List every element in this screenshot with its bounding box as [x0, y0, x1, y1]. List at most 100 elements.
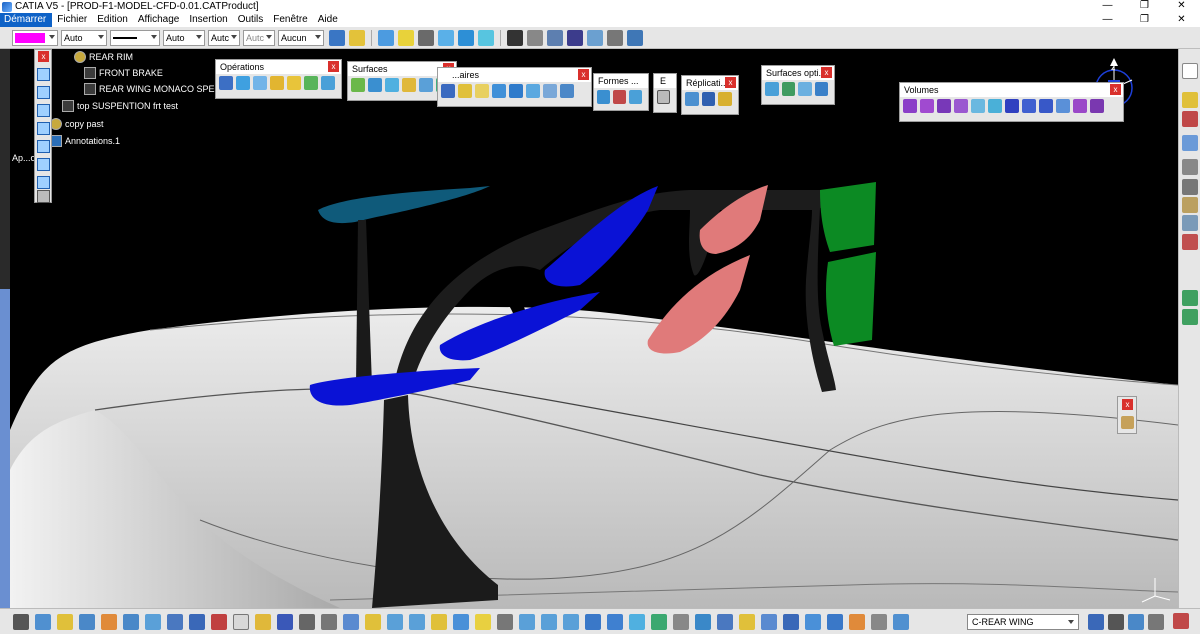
tree-item-annotations[interactable]: Annotations.1 [50, 133, 120, 149]
thickness-combo[interactable]: Autc [208, 29, 240, 46]
point-icon[interactable] [441, 84, 455, 98]
fly-mode-icon[interactable] [378, 29, 394, 46]
redo-icon[interactable] [409, 613, 425, 630]
volume-sphere-icon[interactable] [937, 99, 951, 113]
doc-restore-button[interactable]: ❐ [1126, 13, 1163, 27]
offset-icon[interactable] [402, 78, 416, 92]
volume-extrude-icon[interactable] [903, 99, 917, 113]
manipulate-icon[interactable] [1182, 234, 1198, 250]
power-copy-icon[interactable] [718, 92, 733, 106]
swap-space-icon[interactable] [673, 613, 689, 630]
volume-remove-icon[interactable] [1022, 99, 1036, 113]
quick-view-icon[interactable] [607, 613, 623, 630]
restore-button[interactable]: ❐ [1126, 0, 1163, 13]
volume-draft-icon[interactable] [1090, 99, 1104, 113]
line-icon[interactable] [458, 84, 472, 98]
cut-icon[interactable] [321, 613, 337, 630]
sectioning-icon[interactable] [805, 613, 821, 630]
rectangular-pattern-icon[interactable] [701, 92, 716, 106]
point-combo[interactable]: Autc [243, 29, 275, 46]
close-icon[interactable]: x [328, 61, 339, 72]
new-file-icon[interactable] [233, 613, 249, 630]
selection-combo[interactable]: C-REAR WING [967, 614, 1079, 630]
menu-outils[interactable]: Outils [233, 13, 269, 27]
menu-aide[interactable]: Aide [313, 13, 343, 27]
intersection-icon[interactable] [509, 84, 523, 98]
multi-instantiation-icon[interactable] [145, 613, 161, 630]
transparency-combo[interactable]: Auto [61, 29, 107, 46]
fit-all-icon[interactable] [475, 613, 491, 630]
parameter-icon[interactable] [587, 29, 603, 46]
whats-this-icon[interactable] [431, 613, 447, 630]
circle-icon[interactable] [543, 84, 557, 98]
join-icon[interactable] [219, 76, 233, 90]
stop-icon[interactable] [211, 613, 227, 630]
tree-item-rear-rim[interactable]: REAR RIM [74, 49, 133, 65]
painter-icon[interactable] [329, 29, 345, 46]
color-combo[interactable] [12, 29, 58, 46]
volume-union-icon[interactable] [1056, 99, 1070, 113]
split-icon[interactable] [270, 76, 284, 90]
volume-intersect-icon[interactable] [1039, 99, 1053, 113]
bom-icon[interactable] [849, 613, 865, 630]
cube-tool-icon[interactable] [37, 140, 50, 153]
trim-icon[interactable] [287, 76, 301, 90]
projection-icon[interactable] [492, 84, 506, 98]
menu-fichier[interactable]: Fichier [52, 13, 92, 27]
iso-view-icon[interactable] [458, 29, 474, 46]
menu-affichage[interactable]: Affichage [133, 13, 185, 27]
bump-icon[interactable] [798, 82, 812, 96]
close-icon[interactable]: x [725, 77, 736, 88]
fit-all-icon[interactable] [398, 29, 414, 46]
doc-minimize-button[interactable]: — [1089, 13, 1126, 27]
extrude-icon[interactable] [351, 78, 365, 92]
view-mode-icon[interactable] [629, 613, 645, 630]
paint-bucket-icon[interactable] [349, 29, 365, 46]
reorder-icon[interactable] [123, 613, 139, 630]
chordal-fillet-icon[interactable] [629, 90, 642, 104]
camera-icon[interactable] [13, 613, 29, 630]
minimize-button[interactable]: — [1089, 0, 1126, 13]
plane-icon[interactable] [475, 84, 489, 98]
assembly-icon[interactable] [1182, 290, 1198, 306]
rotate-icon[interactable] [519, 613, 535, 630]
volume-revolve-icon[interactable] [920, 99, 934, 113]
power-input-icon[interactable] [1108, 614, 1124, 630]
volume-thick-icon[interactable] [971, 99, 985, 113]
close-window-button[interactable]: ✕ [1163, 0, 1200, 13]
tree-item-copy-past[interactable]: copy past [50, 116, 104, 132]
cube-tool-icon[interactable] [37, 68, 50, 81]
shape-fillet-icon[interactable] [613, 90, 626, 104]
select-arrow-icon[interactable] [1182, 92, 1198, 108]
tree-item-rear-wing[interactable]: REAR WING MONACO SPEC [84, 81, 221, 97]
table-icon[interactable] [567, 29, 583, 46]
tree-item-top-suspension[interactable]: top SUSPENTION frt test [62, 98, 178, 114]
zoom-in-icon[interactable] [541, 613, 557, 630]
constraint-icon[interactable] [1182, 309, 1198, 325]
zoom-out-icon[interactable] [563, 613, 579, 630]
formula-icon[interactable] [507, 29, 523, 46]
close-icon[interactable]: x [38, 51, 49, 62]
spline-icon[interactable] [560, 84, 574, 98]
sketcher-icon[interactable] [1182, 63, 1198, 79]
catalog-icon[interactable] [827, 613, 843, 630]
close-icon[interactable]: x [1110, 84, 1121, 95]
close-icon[interactable]: x [821, 67, 832, 78]
sphere-icon[interactable] [385, 78, 399, 92]
normal-view-icon[interactable] [585, 613, 601, 630]
search-icon[interactable] [1088, 614, 1104, 630]
pan-icon[interactable] [497, 613, 513, 630]
linewidth-combo[interactable]: Auto [163, 29, 205, 46]
paste-icon[interactable] [365, 613, 381, 630]
layer-filter-icon[interactable] [871, 613, 887, 630]
scene-icon[interactable] [189, 613, 205, 630]
revolve-icon[interactable] [368, 78, 382, 92]
settings-icon[interactable] [1148, 614, 1164, 630]
render-icon[interactable] [893, 613, 909, 630]
knowledge-icon[interactable] [627, 29, 643, 46]
fillet-icon[interactable] [597, 90, 610, 104]
normal-view-icon[interactable] [438, 29, 454, 46]
menu-fenetre[interactable]: Fenêtre [268, 13, 312, 27]
volume-split-icon[interactable] [1073, 99, 1087, 113]
print-icon[interactable] [299, 613, 315, 630]
